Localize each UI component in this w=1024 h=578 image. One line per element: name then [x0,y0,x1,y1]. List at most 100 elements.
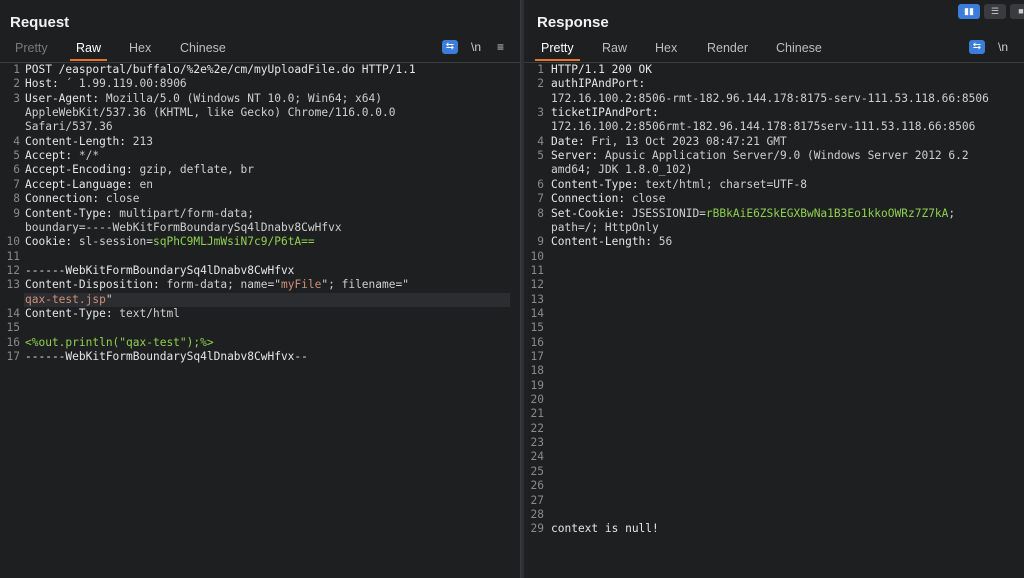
code-token: ticketIPAndPort: [551,106,659,120]
line-number: 28 [530,507,544,521]
response-title: Response [537,14,609,31]
code-token: text/html; charset=UTF-8 [645,177,807,191]
line-number: 15 [530,321,544,335]
code-line: Host: ´ 1.99.119.00:8906 [25,77,187,90]
tab-chinese[interactable]: Chinese [776,41,822,55]
line-number: 13 [530,292,544,306]
code-line: Date: Fri, 13 Oct 2023 08:47:21 GMT [551,135,787,148]
split-vertical-icon[interactable]: ☰ [984,4,1006,19]
code-token: gzip, deflate, br [139,163,255,177]
code-token: HTTP/1.1 200 OK [551,63,653,76]
code-token: Apusic Application Server/9.0 (Windows S… [604,149,969,163]
line-number: 22 [530,421,544,435]
line-number: 10 [530,249,544,263]
tab-raw[interactable]: Raw [602,41,627,55]
line-number: 7 [13,177,20,191]
code-token: en [139,177,153,191]
wrap-icon[interactable]: ⇆ [442,40,458,54]
newline-toggle[interactable]: \n [998,40,1008,54]
tab-chinese[interactable]: Chinese [180,41,226,55]
code-line: Content-Type: text/html; charset=UTF-8 [551,178,807,191]
wrap-icon[interactable]: ⇆ [969,40,985,54]
line-number: 13 [6,278,20,292]
split-horizontal-icon[interactable]: ▮▮ [958,4,980,19]
line-number: 2 [537,77,544,91]
code-token: boundary=----WebKitFormBoundarySq4lDnabv… [25,220,342,234]
code-line: <%out.println("qax-test");%> [25,336,214,349]
code-line: Content-Length: 56 [551,235,672,248]
code-line: User-Agent: Mozilla/5.0 (Windows NT 10.0… [25,92,382,105]
code-line: Content-Length: 213 [25,135,153,148]
line-number: 8 [13,192,20,206]
tab-hex[interactable]: Hex [129,41,151,55]
code-line: Connection: close [551,192,666,205]
tab-hex[interactable]: Hex [655,41,677,55]
code-token: 172.16.100.2:8506rmt-182.96.144.178:8175… [551,120,976,134]
line-number: 19 [530,378,544,392]
code-token: Content-Type: [25,306,120,320]
request-tabs: Pretty Raw Hex Chinese ⇆ \n ≡ [0,38,520,63]
code-line: Accept: */* [25,149,99,162]
code-token: User-Agent: [25,91,106,105]
code-line: boundary=----WebKitFormBoundarySq4lDnabv… [25,221,342,234]
code-token: form-data; name=" [166,278,281,292]
request-panel: Request Pretty Raw Hex Chinese ⇆ \n ≡ 1P… [0,0,520,578]
response-editor[interactable]: 1 HTTP/1.1 200 OK 2 authIPAndPort: 172.16.10… [524,63,1024,578]
tab-raw[interactable]: Raw [69,41,108,61]
code-token: 172.16.100.2:8506-rmt-182.96.144.178:817… [551,91,989,105]
newline-toggle[interactable]: \n [471,40,481,54]
line-number: 6 [13,163,20,177]
line-number: 17 [6,350,20,363]
line-number: 5 [13,149,20,163]
line-number: 15 [6,321,20,335]
code-line: 172.16.100.2:8506-rmt-182.96.144.178:817… [551,92,989,105]
code-token: qax-test.jsp [25,292,106,306]
line-number: 6 [537,177,544,191]
code-token: Accept: [25,149,79,163]
code-token: path=/; HttpOnly [551,220,659,234]
code-line: context is null! [551,522,659,535]
line-number: 3 [537,106,544,120]
line-number: 14 [6,306,20,320]
tab-pretty[interactable]: Pretty [535,41,580,61]
code-token: Content-Type: [551,177,646,191]
code-line: Cookie: sl-session=sqPhC9MLJmWsiN7c9/P6t… [25,235,315,248]
request-editor[interactable]: 1 POST /easportal/buffalo/%2e%2e/cm/myUpl… [0,63,520,578]
code-token: rBBkAiE6ZSkEGXBwNa1B3Eo1kkoOWRz7Z7kA [705,206,949,220]
code-token: close [631,192,666,206]
response-panel: Response ▮▮ ☰ ■ Pretty Raw Hex Render Ch… [524,0,1024,578]
tab-pretty[interactable]: Pretty [15,41,48,55]
code-token: ´ 1.99.119.00:8906 [65,77,187,91]
code-token: Connection: [551,192,632,206]
code-token: <%out.println("qax-test");%> [25,335,214,349]
code-token: Content-Length: [551,235,659,249]
code-token: " [105,292,113,306]
code-token: close [105,192,140,206]
code-line: Set-Cookie: JSESSIONID=rBBkAiE6ZSkEGXBwN… [551,207,955,220]
code-token: myFile [280,278,322,292]
menu-icon[interactable]: ≡ [497,40,504,54]
line-number: 1 [537,63,544,76]
code-line: ticketIPAndPort: [551,106,659,119]
code-line: Accept-Language: en [25,178,153,191]
line-number: 17 [530,350,544,363]
tab-render[interactable]: Render [707,41,748,55]
line-number: 3 [13,91,20,105]
code-line: ------WebKitFormBoundarySq4lDnabv8CwHfvx… [25,350,308,363]
code-token: Cookie: [25,235,79,249]
code-line: ------WebKitFormBoundarySq4lDnabv8CwHfvx [25,264,294,277]
single-pane-icon[interactable]: ■ [1010,4,1024,19]
request-title: Request [10,14,70,31]
code-line: Server: Apusic Application Server/9.0 (W… [551,149,969,162]
code-token: ------WebKitFormBoundarySq4lDnabv8CwHfvx [25,263,295,277]
code-token: Content-Disposition: [25,278,167,292]
line-number: 9 [537,235,544,249]
code-token: POST /easportal/buffalo/%2e%2e/cm/myUplo… [25,63,416,76]
line-number: 23 [530,436,544,450]
line-number: 10 [6,235,20,249]
code-token: AppleWebKit/537.36 (KHTML, like Gecko) C… [25,106,396,120]
code-token: multipart/form-data; [119,206,255,220]
code-line: Content-Type: multipart/form-data; [25,207,254,220]
code-line: Content-Disposition: form-data; name="my… [25,278,409,291]
line-number: 4 [537,134,544,148]
